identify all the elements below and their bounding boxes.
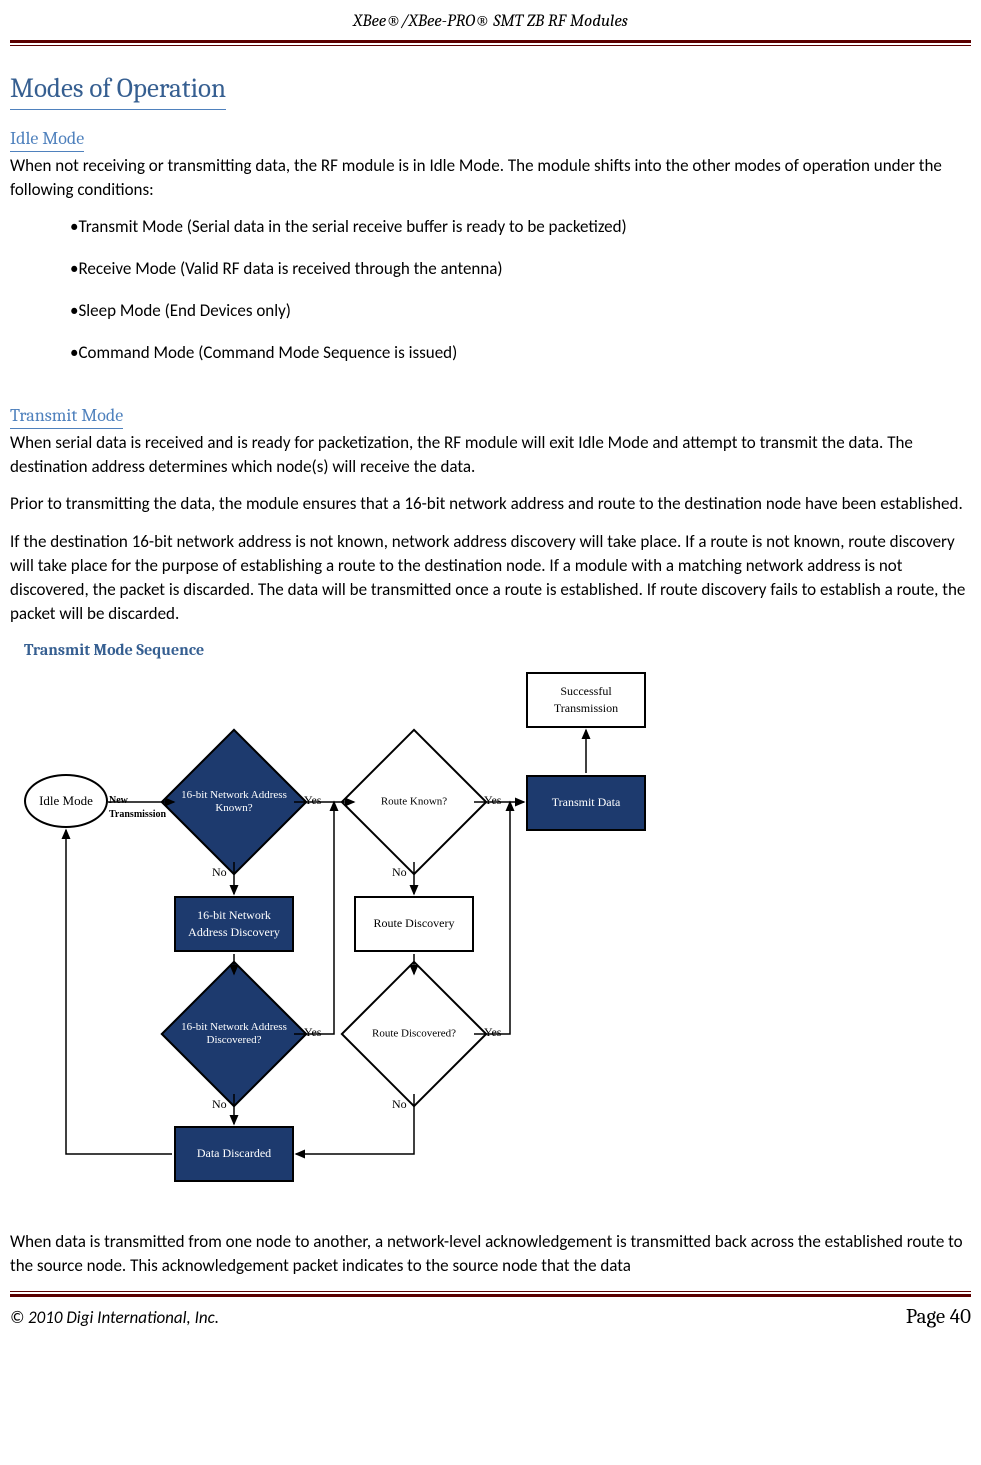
header-divider: [10, 40, 971, 46]
flowchart-yes-label: Yes: [304, 792, 321, 809]
page-footer: © 2010 Digi International, Inc. Page 40: [10, 1303, 971, 1332]
flowchart-label: Route Discovery: [374, 915, 455, 932]
transmit-p1: When serial data is received and is read…: [10, 431, 971, 479]
flowchart-label: Idle Mode: [39, 792, 93, 810]
transmit-p3: If the destination 16-bit network addres…: [10, 530, 971, 625]
flowchart-decision-route-discovered: Route Discovered?: [340, 960, 487, 1107]
subsection-heading-transmit: Transmit Mode: [10, 403, 123, 429]
flowchart-no-label: No: [212, 864, 227, 881]
flowchart-arrows: [24, 672, 664, 1190]
section-heading-modes: Modes of Operation: [10, 70, 226, 110]
flowchart-label: Transmit Data: [552, 794, 621, 811]
flowchart-label: Successful Transmission: [532, 683, 640, 717]
document-header-title: XBee®/XBee-PRO® SMT ZB RF Modules: [10, 10, 971, 34]
footer-divider: [10, 1291, 971, 1297]
idle-mode-body: When not receiving or transmitting data,…: [10, 154, 971, 202]
list-item: •Transmit Mode (Serial data in the seria…: [70, 215, 971, 239]
subsection-heading-idle: Idle Mode: [10, 126, 84, 152]
flowchart-label: 16-bit Network Address Discovery: [180, 907, 288, 941]
transmit-p4: When data is transmitted from one node t…: [10, 1230, 971, 1278]
flowchart-title: Transmit Mode Sequence: [24, 639, 971, 661]
flowchart-node-data-discarded: Data Discarded: [174, 1126, 294, 1182]
footer-page-number: Page 40: [906, 1303, 971, 1332]
footer-copyright: © 2010 Digi International, Inc.: [10, 1306, 219, 1330]
flowchart-decision-route-known: Route Known?: [340, 728, 487, 875]
idle-mode-bullet-list: •Transmit Mode (Serial data in the seria…: [70, 215, 971, 364]
list-item: •Sleep Mode (End Devices only): [70, 299, 971, 323]
flowchart-container: Transmit Mode Sequence Idle Mode NewTran…: [24, 639, 971, 1189]
flowchart-node-address-discovery: 16-bit Network Address Discovery: [174, 896, 294, 952]
flowchart-decision-address-discovered: 16-bit Network Address Discovered?: [160, 960, 307, 1107]
flowchart: Idle Mode NewTransmission 16-bit Network…: [24, 672, 664, 1190]
flowchart-node-transmit-data: Transmit Data: [526, 775, 646, 831]
transmit-p2: Prior to transmitting the data, the modu…: [10, 492, 971, 516]
flowchart-label: Route Known?: [354, 795, 474, 808]
flowchart-no-label: No: [392, 1096, 407, 1113]
flowchart-label: Route Discovered?: [354, 1027, 474, 1040]
flowchart-node-route-discovery: Route Discovery: [354, 896, 474, 952]
flowchart-label: Data Discarded: [197, 1145, 271, 1162]
flowchart-node-idle: Idle Mode: [24, 774, 108, 828]
flowchart-label: 16-bit Network Address Discovered?: [174, 1021, 294, 1047]
flowchart-node-success: Successful Transmission: [526, 672, 646, 728]
flowchart-no-label: No: [392, 864, 407, 881]
flowchart-no-label: No: [212, 1096, 227, 1113]
list-item: •Receive Mode (Valid RF data is received…: [70, 257, 971, 281]
list-item: •Command Mode (Command Mode Sequence is …: [70, 341, 971, 365]
flowchart-yes-label: Yes: [484, 1024, 501, 1041]
flowchart-yes-label: Yes: [304, 1024, 321, 1041]
flowchart-label-new-transmission: NewTransmission: [109, 794, 166, 822]
flowchart-decision-address-known: 16-bit Network Address Known?: [160, 728, 307, 875]
flowchart-yes-label: Yes: [484, 792, 501, 809]
flowchart-label: 16-bit Network Address Known?: [174, 789, 294, 815]
